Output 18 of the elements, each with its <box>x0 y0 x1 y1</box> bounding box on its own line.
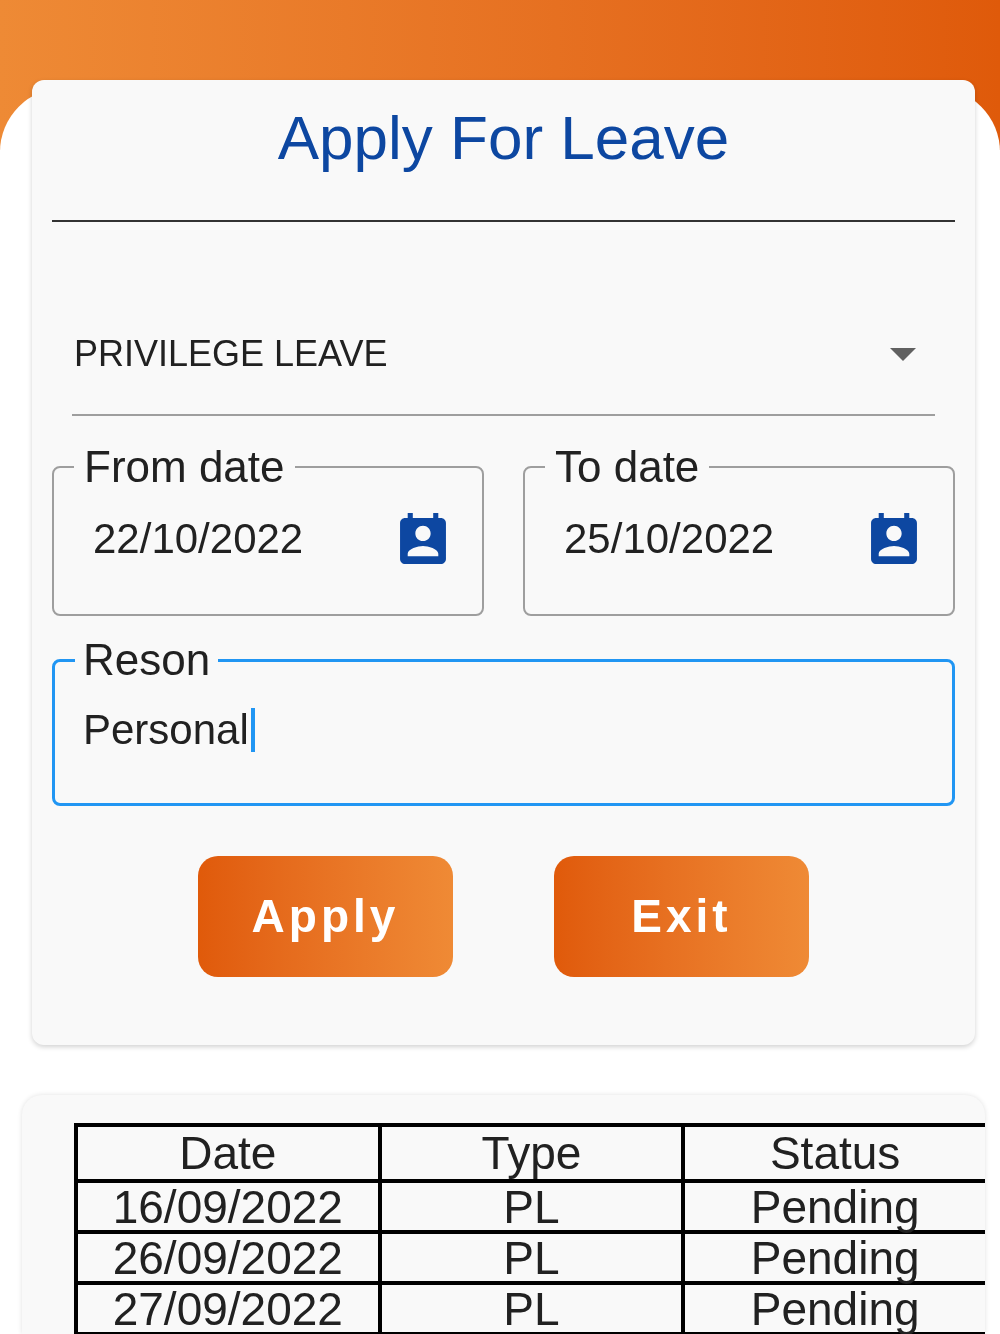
table-cell: 16/09/2022 <box>76 1181 380 1232</box>
leave-type-dropdown[interactable]: PRIVILEGE LEAVE <box>72 320 935 416</box>
table-header-cell: Status <box>683 1125 985 1181</box>
table-cell: 27/09/2022 <box>76 1283 380 1334</box>
table-header-cell: Type <box>379 1125 684 1181</box>
table-cell: PL <box>379 1283 684 1334</box>
field-label: Reson <box>82 638 212 682</box>
field-label: From date <box>83 445 286 489</box>
calendar-icon[interactable] <box>871 513 917 564</box>
calendar-icon[interactable] <box>400 513 446 564</box>
caret-icon <box>890 347 916 361</box>
field-label: To date <box>554 445 701 489</box>
table-cell: 26/09/2022 <box>76 1232 380 1283</box>
text-cursor <box>250 708 255 752</box>
table-cell: PL <box>379 1181 684 1232</box>
page-title: Apply For Leave <box>276 102 731 174</box>
table-cell: PL <box>379 1232 684 1283</box>
table-header-cell: Date <box>76 1125 380 1181</box>
